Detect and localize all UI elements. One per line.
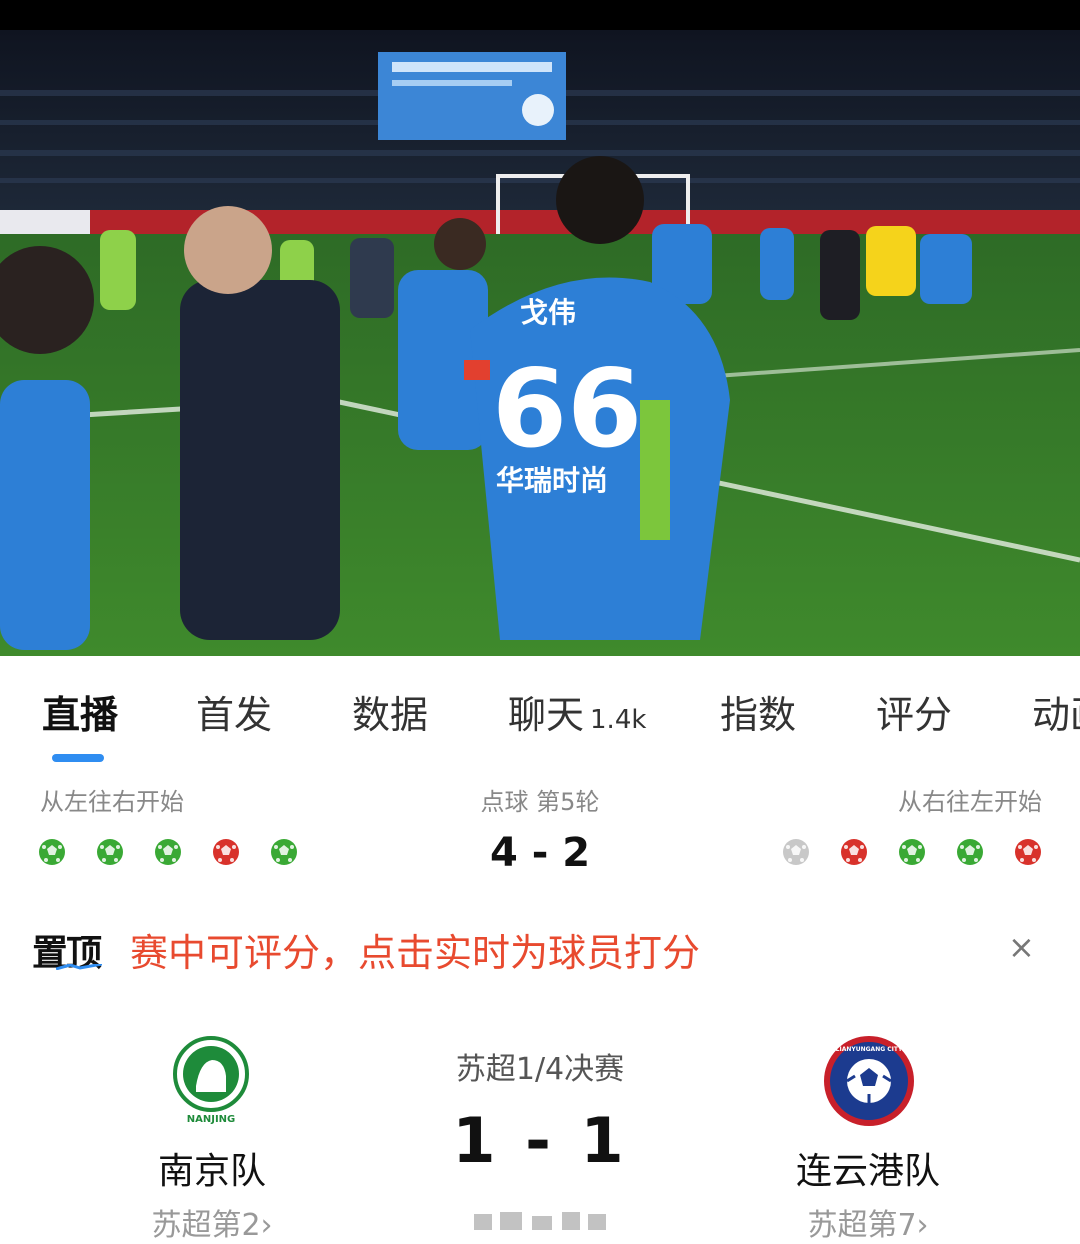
jersey-name: 戈伟 [520,296,576,329]
away-rank-label: 苏超第7 [807,1208,917,1243]
home-rank-label: 苏超第2 [151,1208,261,1243]
home-team-name[interactable]: 南京队 [62,1142,362,1194]
away-kick-order-note: 从右往左开始 [898,788,1042,816]
jersey-number: 66 [492,347,642,472]
home-logo-text: NANJING [187,1114,236,1125]
tab-bar: 直播 首发 数据 聊天1.4k 指数 评分 动画 [0,656,1080,768]
away-kick-1-pending-ball-icon [782,838,810,866]
away-team-rank[interactable]: 苏超第7› [718,1200,1018,1244]
away-logo-text: LIANYUNGANG CITY [836,1046,903,1053]
tab-live[interactable]: 直播 [42,684,118,739]
penalty-round-label: 点球 第5轮 [480,788,600,816]
match-score: 1 - 1 [452,1104,628,1177]
home-kick-5-scored-ball-icon [270,838,298,866]
jersey-sponsor: 华瑞时尚 [496,464,608,497]
tab-chat-label: 聊天 [508,693,585,737]
close-icon[interactable]: × [1008,928,1035,966]
away-kick-3-scored-ball-icon [898,838,926,866]
away-team-logo[interactable]: LIANYUNGANG CITY [824,1036,914,1126]
competition-label: 苏超1/4决赛 [455,1052,625,1087]
home-kick-1-scored-ball-icon [38,838,66,866]
match-photo: 戈伟 66 华瑞时尚 [0,0,1080,656]
home-team-rank[interactable]: 苏超第2› [62,1200,362,1244]
active-tab-indicator [52,754,104,762]
chevron-right-icon: › [916,1208,929,1243]
tab-chat[interactable]: 聊天 1.4k [508,684,646,739]
pinned-tag-accent-icon [56,964,102,970]
home-team-logo[interactable]: NANJING [166,1036,256,1126]
match-video[interactable]: 戈伟 66 华瑞时尚 [0,0,1080,656]
home-kick-3-scored-ball-icon [154,838,182,866]
pinned-message[interactable]: 赛中可评分，点击实时为球员打分 [130,922,700,977]
away-team-name[interactable]: 连云港队 [718,1142,1018,1194]
tab-lineup[interactable]: 首发 [196,684,272,739]
home-kick-4-missed-ball-icon [212,838,240,866]
tab-animation[interactable]: 动画 [1032,684,1080,739]
chevron-right-icon: › [260,1208,273,1243]
penalty-score: 4 - 2 [489,830,591,876]
home-kick-2-scored-ball-icon [96,838,124,866]
away-kick-4-scored-ball-icon [956,838,984,866]
home-kick-order-note: 从左往右开始 [40,788,184,816]
tab-chat-count: 1.4k [590,705,647,735]
tab-stats[interactable]: 数据 [352,684,428,739]
away-kick-5-missed-ball-icon [1014,838,1042,866]
tab-ratings[interactable]: 评分 [876,684,952,739]
tab-odds[interactable]: 指数 [720,684,796,739]
away-kick-2-missed-ball-icon [840,838,868,866]
watermark-icon [474,1212,606,1230]
